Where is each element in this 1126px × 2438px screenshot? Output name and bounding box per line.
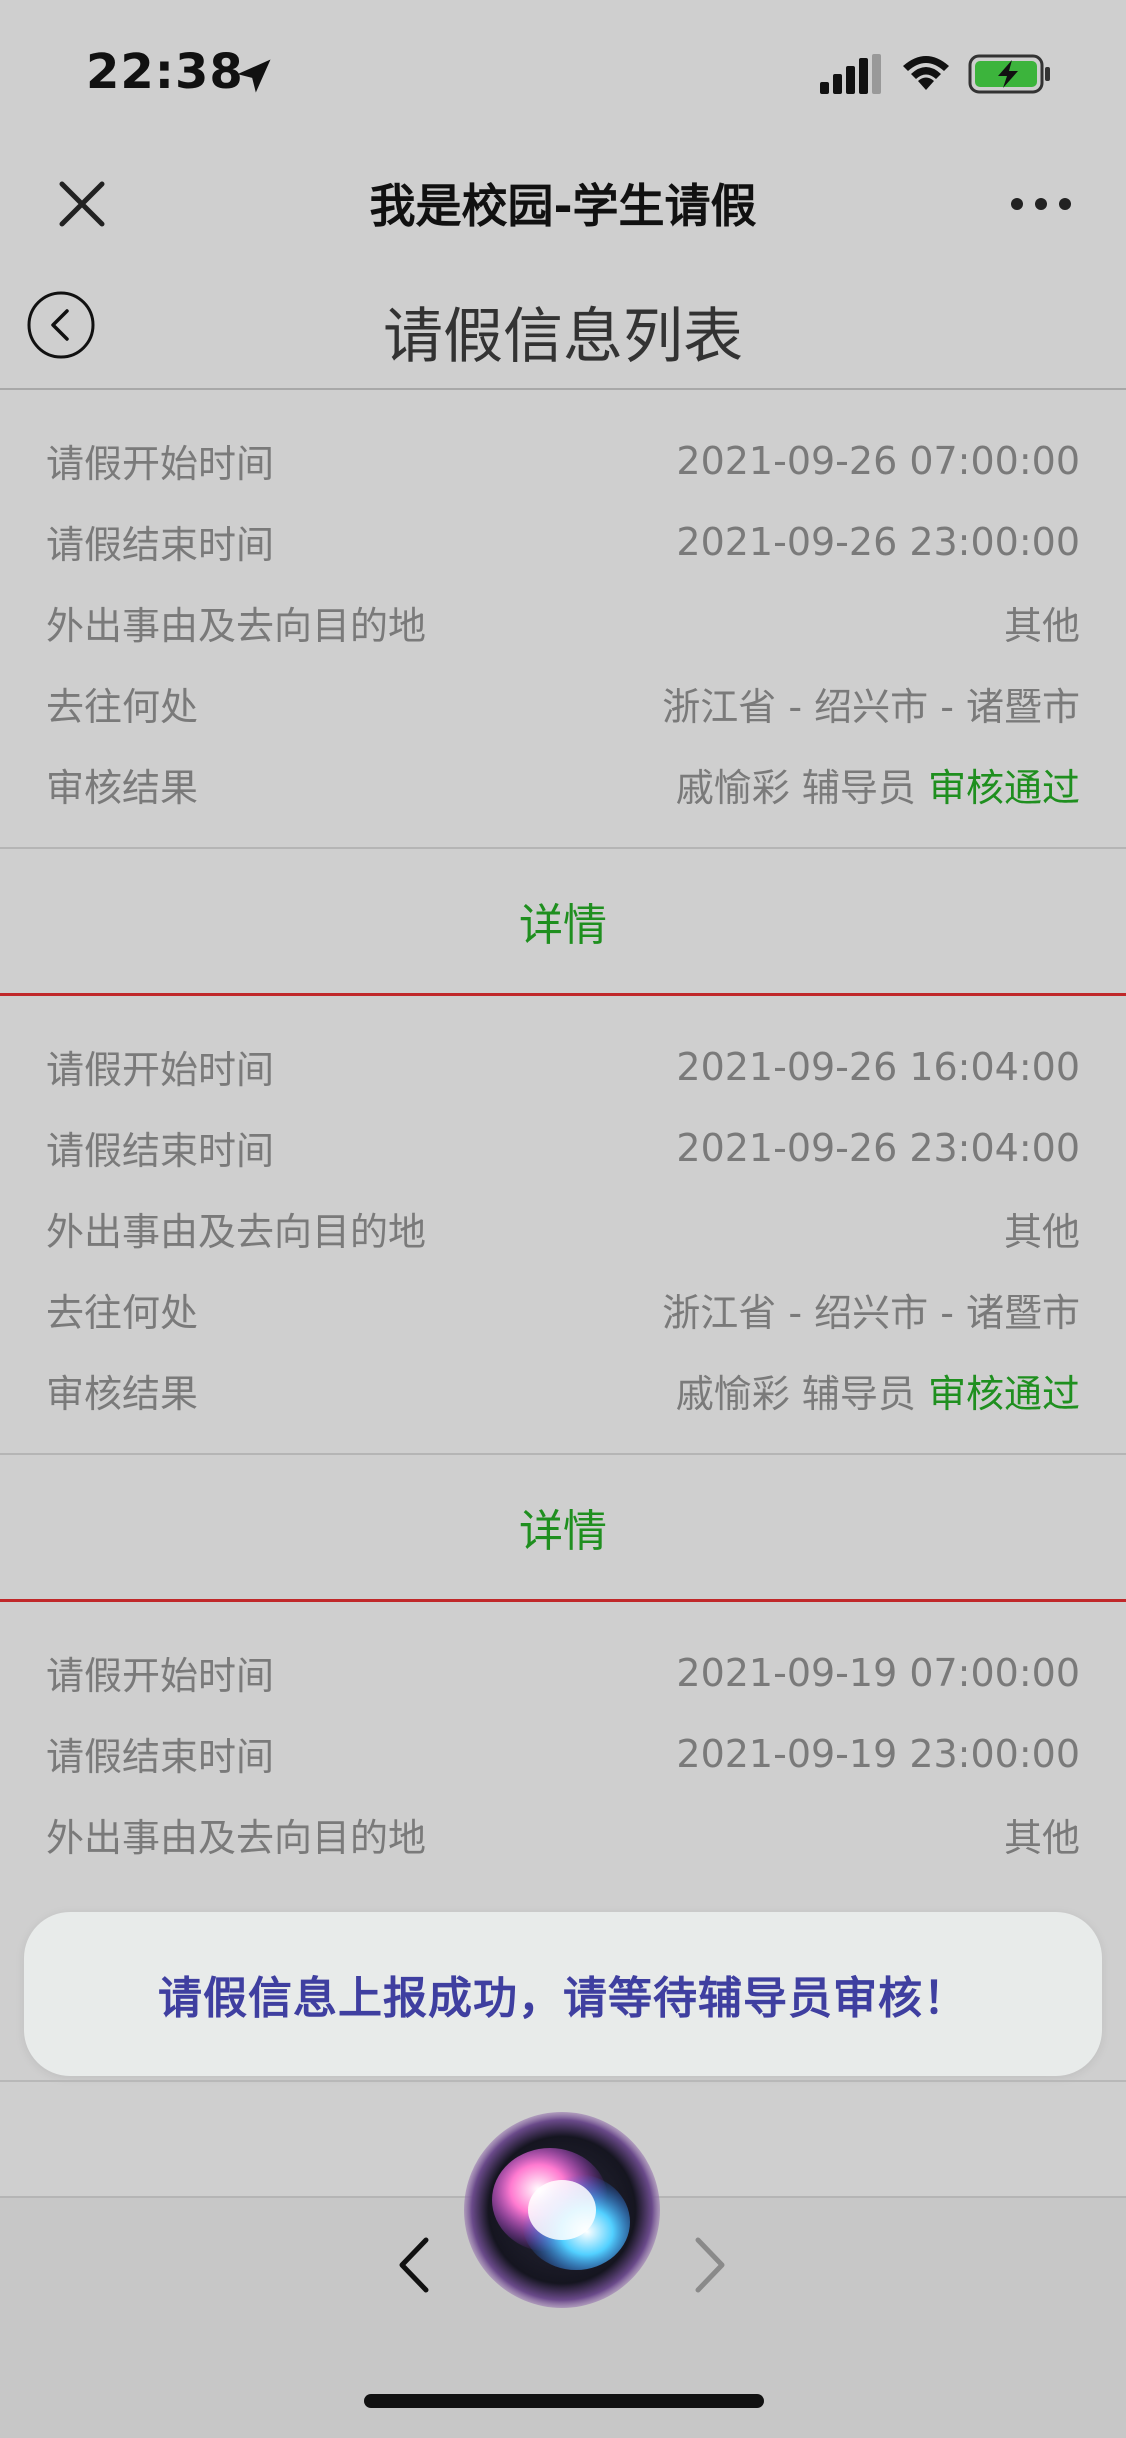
detail-button[interactable]: 详情 [519, 1495, 607, 1559]
page-title: 请假信息列表 [383, 302, 743, 372]
field-value: 2021-09-26 23:04:00 [676, 1125, 1080, 1170]
field-label: 外出事由及去向目的地 [46, 604, 427, 648]
field-start-time: 请假开始时间 2021-09-26 07:00:00 [46, 420, 1080, 501]
field-label: 去往何处 [46, 685, 199, 729]
field-value: 其他 [1003, 604, 1080, 648]
record-fields: 请假开始时间 2021-09-26 07:00:00 请假结束时间 2021-0… [0, 390, 1126, 849]
reviewer: 戚愉彩 辅导员 [675, 1372, 916, 1416]
leave-record: 请假开始时间 2021-09-19 07:00:00 请假结束时间 2021-0… [0, 1602, 1126, 1897]
field-value: 2021-09-19 23:00:00 [676, 1731, 1080, 1776]
field-label: 请假结束时间 [46, 523, 275, 567]
leave-record-list: 请假开始时间 2021-09-26 07:00:00 请假结束时间 2021-0… [0, 390, 1126, 1897]
record-footer: 详情 [0, 1455, 1126, 1602]
home-indicator[interactable] [364, 2394, 764, 2408]
status-badge: 审核通过 [927, 1372, 1080, 1416]
field-value: 2021-09-26 16:04:00 [676, 1044, 1080, 1089]
reviewer: 戚愉彩 辅导员 [675, 766, 916, 810]
field-label: 外出事由及去向目的地 [46, 1210, 427, 1254]
field-reason: 外出事由及去向目的地 其他 [46, 1794, 1080, 1875]
field-reason: 外出事由及去向目的地 其他 [46, 1188, 1080, 1269]
divider [0, 2080, 1126, 2082]
field-value: 戚愉彩 辅导员 审核通过 [676, 1363, 1080, 1418]
toast-message: 请假信息上报成功，请等待辅导员审核！ [158, 1973, 968, 2024]
field-label: 外出事由及去向目的地 [46, 1816, 427, 1860]
location-arrow-icon [237, 59, 271, 93]
field-destination: 去往何处 浙江省 - 绍兴市 - 诸暨市 [46, 663, 1080, 744]
wifi-icon [903, 56, 949, 90]
field-end-time: 请假结束时间 2021-09-19 23:00:00 [46, 1713, 1080, 1794]
field-value: 浙江省 - 绍兴市 - 诸暨市 [662, 1291, 1080, 1335]
field-label: 请假开始时间 [46, 1654, 275, 1698]
field-destination: 去往何处 浙江省 - 绍兴市 - 诸暨市 [46, 1269, 1080, 1350]
siri-icon[interactable] [462, 2110, 662, 2310]
field-label: 请假开始时间 [46, 1048, 275, 1092]
field-label: 请假开始时间 [46, 442, 275, 486]
status-badge: 审核通过 [927, 766, 1080, 810]
record-fields: 请假开始时间 2021-09-26 16:04:00 请假结束时间 2021-0… [0, 996, 1126, 1455]
chevron-right-icon[interactable] [684, 2230, 736, 2300]
detail-button[interactable]: 详情 [519, 889, 607, 953]
field-value: 浙江省 - 绍兴市 - 诸暨市 [662, 685, 1080, 729]
page-header: 请假信息列表 [0, 270, 1126, 390]
field-value: 2021-09-26 23:00:00 [676, 519, 1080, 564]
status-bar: 22:38 [0, 0, 1126, 140]
field-reason: 外出事由及去向目的地 其他 [46, 582, 1080, 663]
field-label: 请假结束时间 [46, 1735, 275, 1779]
more-icon[interactable] [1008, 184, 1074, 224]
field-label: 审核结果 [46, 1372, 199, 1416]
field-value: 戚愉彩 辅导员 审核通过 [676, 757, 1080, 812]
status-time: 22:38 [86, 44, 244, 100]
field-value: 其他 [1003, 1210, 1080, 1254]
field-end-time: 请假结束时间 2021-09-26 23:00:00 [46, 501, 1080, 582]
field-label: 去往何处 [46, 1291, 199, 1335]
leave-record: 请假开始时间 2021-09-26 16:04:00 请假结束时间 2021-0… [0, 996, 1126, 1602]
field-label: 审核结果 [46, 766, 199, 810]
field-review: 审核结果 戚愉彩 辅导员 审核通过 [46, 1350, 1080, 1431]
field-value: 其他 [1003, 1816, 1080, 1860]
field-review: 审核结果 戚愉彩 辅导员 审核通过 [46, 744, 1080, 825]
record-footer: 详情 [0, 849, 1126, 996]
mini-program-title-bar: 我是校园-学生请假 [0, 140, 1126, 270]
field-end-time: 请假结束时间 2021-09-26 23:04:00 [46, 1107, 1080, 1188]
success-toast: 请假信息上报成功，请等待辅导员审核！ [24, 1912, 1102, 2076]
field-value: 2021-09-19 07:00:00 [676, 1650, 1080, 1695]
field-start-time: 请假开始时间 2021-09-19 07:00:00 [46, 1632, 1080, 1713]
chevron-left-icon[interactable] [388, 2230, 440, 2300]
leave-record: 请假开始时间 2021-09-26 07:00:00 请假结束时间 2021-0… [0, 390, 1126, 996]
app-title: 我是校园-学生请假 [369, 179, 757, 233]
field-value: 2021-09-26 07:00:00 [676, 438, 1080, 483]
signal-icon [820, 54, 881, 94]
field-label: 请假结束时间 [46, 1129, 275, 1173]
record-fields: 请假开始时间 2021-09-19 07:00:00 请假结束时间 2021-0… [0, 1602, 1126, 1897]
field-start-time: 请假开始时间 2021-09-26 16:04:00 [46, 1026, 1080, 1107]
battery-charging-icon [968, 54, 1050, 94]
